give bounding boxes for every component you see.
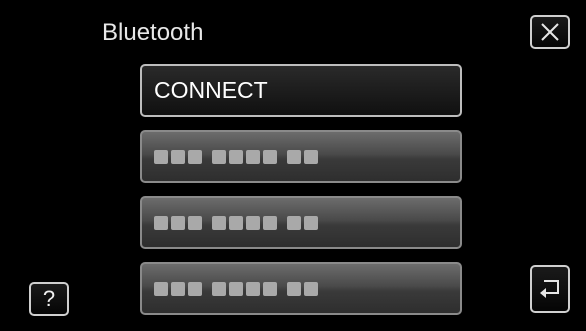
connect-button[interactable]: CONNECT bbox=[140, 64, 462, 117]
help-button[interactable]: ? bbox=[29, 282, 69, 316]
close-icon bbox=[541, 23, 559, 41]
masked-device-name bbox=[154, 149, 318, 164]
device-slot-3-button[interactable] bbox=[140, 262, 462, 315]
help-label: ? bbox=[42, 286, 56, 311]
close-button[interactable] bbox=[530, 15, 570, 49]
return-icon bbox=[540, 280, 559, 298]
screen-title: Bluetooth bbox=[102, 19, 204, 46]
device-slot-1-button[interactable] bbox=[140, 130, 462, 183]
device-slot-2-button[interactable] bbox=[140, 196, 462, 249]
masked-device-name bbox=[154, 281, 318, 296]
masked-device-name bbox=[154, 215, 318, 230]
back-button[interactable] bbox=[530, 265, 570, 313]
connect-label: CONNECT bbox=[154, 77, 268, 103]
